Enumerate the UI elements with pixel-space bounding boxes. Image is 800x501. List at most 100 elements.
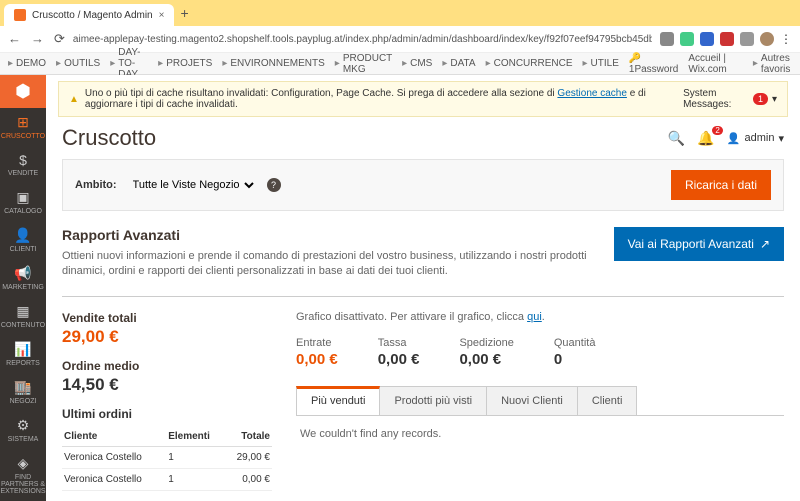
nav-icon: 📢 bbox=[14, 265, 31, 282]
nav-icon: ◈ bbox=[18, 455, 29, 472]
sysmsg-count: 1 bbox=[753, 93, 768, 105]
sidebar-find-partners-extensions[interactable]: ◈ FIND PARTNERS & EXTENSIONS bbox=[0, 449, 46, 501]
bookmark-folder[interactable]: ▸ENVIRONNEMENTS bbox=[222, 58, 324, 69]
bookmark-folder[interactable]: ▸OUTILS bbox=[56, 58, 100, 69]
tab-title: Cruscotto / Magento Admin bbox=[32, 10, 153, 21]
url-bar[interactable]: aimee-applepay-testing.magento2.shopshel… bbox=[73, 34, 652, 45]
system-message: ▲ Uno o più tipi di cache risultano inva… bbox=[58, 81, 788, 117]
sidebar-negozi[interactable]: 🏬 NEGOZI bbox=[0, 373, 46, 411]
avatar-icon[interactable] bbox=[760, 32, 774, 46]
cache-link[interactable]: Gestione cache bbox=[557, 88, 627, 99]
nav-label: NEGOZI bbox=[10, 398, 37, 405]
metric-spedizione: Spedizione0,00 € bbox=[459, 337, 513, 368]
close-tab-icon[interactable]: × bbox=[159, 10, 165, 21]
chevron-down-icon[interactable]: ▾ bbox=[772, 94, 777, 105]
last-orders-table: ClienteElementiTotale Veronica Costello1… bbox=[62, 427, 272, 491]
tab-prodotti-pi-visti[interactable]: Prodotti più visti bbox=[379, 386, 487, 415]
sidebar-marketing[interactable]: 📢 MARKETING bbox=[0, 259, 46, 297]
nav-icon: ▦ bbox=[16, 303, 29, 320]
page-title: Cruscotto bbox=[62, 125, 156, 151]
ext-icon[interactable] bbox=[660, 32, 674, 46]
tab-clienti[interactable]: Clienti bbox=[577, 386, 638, 415]
nav-icon: ▣ bbox=[16, 189, 29, 206]
nav-icon: ⊞ bbox=[17, 114, 29, 131]
metric-quantità: Quantità0 bbox=[554, 337, 596, 368]
sysmsg-text: Uno o più tipi di cache risultano invali… bbox=[85, 88, 558, 99]
nav-label: CRUSCOTTO bbox=[1, 133, 45, 140]
ext-icon[interactable] bbox=[740, 32, 754, 46]
table-row[interactable]: Veronica Costello10,00 € bbox=[62, 468, 272, 490]
notifications-icon[interactable]: 🔔2 bbox=[697, 130, 714, 147]
admin-menu[interactable]: 👤 admin ▾ bbox=[727, 132, 784, 145]
sidebar-vendite[interactable]: $ VENDITE bbox=[0, 146, 46, 183]
search-icon[interactable]: 🔍 bbox=[668, 130, 685, 147]
notif-count: 2 bbox=[712, 126, 722, 135]
bookmark-folder[interactable]: ▸DEMO bbox=[8, 58, 46, 69]
sidebar-contenuto[interactable]: ▦CONTENUTO bbox=[0, 297, 46, 335]
bookmark-link[interactable]: 🔑 1Password bbox=[629, 53, 678, 75]
avg-order-label: Ordine medio bbox=[62, 359, 272, 373]
col-header: Cliente bbox=[62, 427, 166, 447]
browser-tab[interactable]: Cruscotto / Magento Admin × bbox=[4, 4, 174, 26]
tab-nuovi-clienti[interactable]: Nuovi Clienti bbox=[486, 386, 578, 415]
advanced-reports-desc: Ottieni nuovi informazioni e prende il c… bbox=[62, 249, 590, 280]
magento-logo[interactable]: ⬢ bbox=[0, 75, 46, 108]
sysmsg-label: System Messages: bbox=[683, 88, 749, 110]
sidebar-cruscotto[interactable]: ⊞ CRUSCOTTO bbox=[0, 108, 46, 146]
nav-icon: $ bbox=[19, 152, 27, 168]
help-icon[interactable]: ? bbox=[267, 178, 281, 192]
nav-icon: 📊 bbox=[14, 341, 31, 358]
sidebar-sistema[interactable]: ⚙ SISTEMA bbox=[0, 411, 46, 449]
advanced-reports-title: Rapporti Avanzati bbox=[62, 227, 590, 243]
metric-tassa: Tassa0,00 € bbox=[378, 337, 420, 368]
menu-icon[interactable]: ⋮ bbox=[780, 32, 792, 46]
nav-label: MARKETING bbox=[2, 284, 44, 291]
bookmark-folder[interactable]: ▸PROJETS bbox=[158, 58, 212, 69]
admin-sidebar: ⬢ ⊞ CRUSCOTTO $ VENDITE ▣CATALOGO 👤 CLIENTI 📢 MA… bbox=[0, 75, 46, 501]
sidebar-reports[interactable]: 📊 REPORTS bbox=[0, 335, 46, 373]
nav-label: CLIENTI bbox=[10, 246, 37, 253]
sidebar-catalogo[interactable]: ▣CATALOGO bbox=[0, 183, 46, 221]
tab-pi-venduti[interactable]: Più venduti bbox=[296, 386, 380, 415]
last-orders-title: Ultimi ordini bbox=[62, 407, 272, 421]
reload-data-button[interactable]: Ricarica i dati bbox=[671, 170, 771, 200]
bookmark-folder[interactable]: ▸PRODUCT MKG bbox=[335, 53, 392, 75]
nav-label: VENDITE bbox=[8, 170, 38, 177]
new-tab-button[interactable]: + bbox=[180, 5, 188, 21]
bookmark-link[interactable]: Accueil | Wix.com bbox=[688, 53, 733, 75]
nav-label: SISTEMA bbox=[8, 436, 39, 443]
ext-icon[interactable] bbox=[700, 32, 714, 46]
total-sales-label: Vendite totali bbox=[62, 311, 272, 325]
chevron-down-icon: ▾ bbox=[778, 132, 784, 145]
bookmark-folder[interactable]: ▸CONCURRENCE bbox=[486, 58, 573, 69]
col-header: Totale bbox=[224, 427, 272, 447]
metric-entrate: Entrate0,00 € bbox=[296, 337, 338, 368]
enable-chart-link[interactable]: qui bbox=[527, 311, 542, 323]
nav-icon: 🏬 bbox=[14, 379, 31, 396]
sidebar-clienti[interactable]: 👤 CLIENTI bbox=[0, 221, 46, 259]
table-row[interactable]: Veronica Costello129,00 € bbox=[62, 446, 272, 468]
bookmark-folder[interactable]: ▸UTILE bbox=[583, 58, 619, 69]
avg-order-value: 14,50 € bbox=[62, 375, 272, 395]
ext-icon[interactable] bbox=[680, 32, 694, 46]
total-sales-value: 29,00 € bbox=[62, 327, 272, 347]
btn-label: Vai ai Rapporti Avanzati bbox=[628, 237, 754, 251]
admin-label: admin bbox=[745, 132, 775, 144]
ext-icon[interactable] bbox=[720, 32, 734, 46]
nav-icon: ⚙ bbox=[17, 417, 30, 434]
nav-icon: 👤 bbox=[14, 227, 31, 244]
scope-select[interactable]: Tutte le Viste Negozio bbox=[129, 178, 257, 192]
reload-icon[interactable]: ⟳ bbox=[54, 31, 65, 47]
col-header: Elementi bbox=[166, 427, 224, 447]
user-icon: 👤 bbox=[727, 132, 741, 145]
nav-label: FIND PARTNERS & EXTENSIONS bbox=[0, 474, 46, 495]
bookmark-folder[interactable]: ▸DATA bbox=[442, 58, 475, 69]
tab-content: We couldn't find any records. bbox=[296, 416, 784, 452]
chart-disabled-note: Grafico disattivato. Per attivare il gra… bbox=[296, 311, 784, 323]
back-icon[interactable]: ← bbox=[8, 31, 21, 47]
bookmark-folder[interactable]: ▸CMS bbox=[402, 58, 432, 69]
other-bookmarks[interactable]: ▸Autres favoris bbox=[753, 53, 792, 75]
forward-icon[interactable]: → bbox=[31, 31, 44, 47]
nav-label: REPORTS bbox=[6, 360, 40, 367]
advanced-reports-button[interactable]: Vai ai Rapporti Avanzati ↗ bbox=[614, 227, 784, 261]
